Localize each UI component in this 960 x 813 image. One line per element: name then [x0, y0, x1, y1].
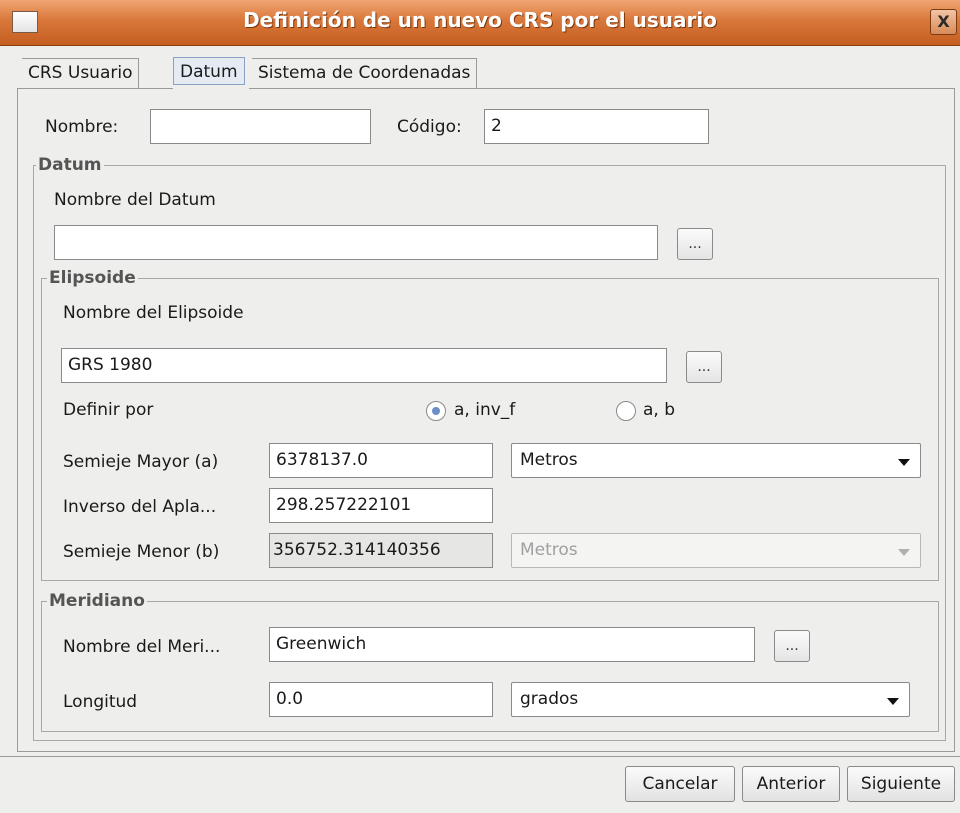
meridian-group-title: Meridiano: [47, 591, 147, 611]
longitude-unit-select[interactable]: grados: [511, 682, 910, 717]
nombre-label: Nombre:: [45, 117, 119, 137]
nombre-input[interactable]: [150, 109, 371, 144]
inverse-flattening-label: Inverso del Apla...: [63, 497, 217, 517]
chevron-down-icon: [887, 698, 899, 705]
datum-name-label: Nombre del Datum: [54, 190, 216, 210]
datum-browse-button[interactable]: ...: [677, 228, 713, 260]
semi-major-input[interactable]: 6378137.0: [269, 443, 493, 478]
previous-button[interactable]: Anterior: [742, 766, 840, 802]
semi-major-unit-value: Metros: [520, 450, 578, 470]
ellipsoid-name-input[interactable]: GRS 1980: [61, 348, 667, 383]
radio-a-b[interactable]: [616, 401, 636, 421]
title-bar: Definición de un nuevo CRS por el usuari…: [0, 0, 960, 46]
ellipsoid-group-title: Elipsoide: [47, 268, 138, 288]
chevron-down-icon: [898, 459, 910, 466]
radio-a-invf[interactable]: [426, 401, 446, 421]
longitude-label: Longitud: [63, 692, 138, 712]
semi-minor-input: 356752.314140356: [269, 533, 493, 568]
cancel-button[interactable]: Cancelar: [625, 766, 735, 802]
tab-crs-usuario[interactable]: CRS Usuario: [22, 58, 140, 88]
define-by-label: Definir por: [63, 400, 154, 420]
datum-group-title: Datum: [36, 155, 104, 175]
datum-name-input[interactable]: [54, 225, 658, 260]
codigo-input[interactable]: 2: [484, 109, 709, 144]
radio-a-invf-label[interactable]: a, inv_f: [454, 400, 515, 420]
longitude-unit-value: grados: [520, 689, 579, 709]
ellipsoid-browse-button[interactable]: ...: [686, 351, 722, 383]
chevron-down-icon: [898, 549, 910, 556]
semi-major-label: Semieje Mayor (a): [63, 452, 219, 472]
meridian-browse-button[interactable]: ...: [774, 630, 810, 662]
footer-separator: [0, 756, 960, 757]
codigo-label: Código:: [397, 117, 462, 137]
meridian-name-label: Nombre del Meri...: [63, 637, 221, 657]
radio-a-b-label[interactable]: a, b: [643, 400, 675, 420]
semi-minor-unit-value: Metros: [520, 540, 578, 560]
semi-minor-label: Semieje Menor (b): [63, 542, 220, 562]
window-title: Definición de un nuevo CRS por el usuari…: [243, 8, 717, 32]
tab-datum[interactable]: Datum: [173, 57, 245, 85]
close-button[interactable]: X: [930, 9, 957, 35]
semi-minor-unit-select: Metros: [511, 533, 921, 568]
inverse-flattening-input[interactable]: 298.257222101: [269, 488, 493, 523]
longitude-input[interactable]: 0.0: [269, 682, 493, 717]
semi-major-unit-select[interactable]: Metros: [511, 443, 921, 478]
tab-sistema-coordenadas[interactable]: Sistema de Coordenadas: [252, 58, 478, 88]
tab-strip: CRS Usuario Datum Sistema de Coordenadas: [0, 46, 960, 90]
meridian-name-input[interactable]: Greenwich: [269, 627, 755, 662]
next-button[interactable]: Siguiente: [847, 766, 955, 802]
ellipsoid-name-label: Nombre del Elipsoide: [63, 303, 244, 323]
